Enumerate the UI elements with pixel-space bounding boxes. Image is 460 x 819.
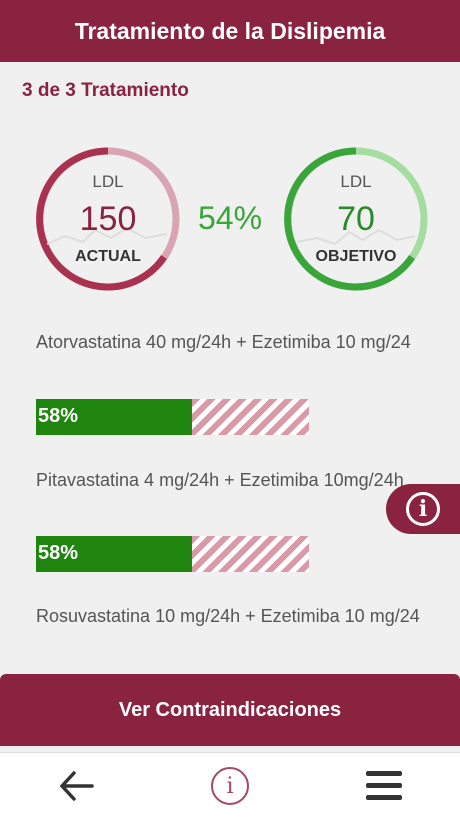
ldl-objetivo-value: 70 xyxy=(337,200,375,238)
ldl-reduction-percent: 54% xyxy=(197,200,263,236)
app-header: Tratamiento de la Dislipemia xyxy=(0,0,460,62)
ldl-objetivo-gauge: LDL 70 OBJETIVO xyxy=(283,146,429,292)
info-icon[interactable]: i xyxy=(211,767,249,805)
treatment-progress-bar-1: 58% xyxy=(36,399,309,435)
treatment-name-1: Atorvastatina 40 mg/24h + Ezetimiba 10 m… xyxy=(36,332,411,352)
ldl-objetivo-label: LDL xyxy=(340,172,372,191)
info-icon: i xyxy=(406,492,440,526)
page-title: Tratamiento de la Dislipemia xyxy=(74,17,386,44)
bottom-navigation: i xyxy=(0,752,460,819)
treatment-percent-1: 58% xyxy=(38,405,79,427)
ldl-objetivo-caption: OBJETIVO xyxy=(315,248,397,265)
treatment-name-3: Rosuvastatina 10 mg/24h + Ezetimiba 10 m… xyxy=(36,606,420,626)
ldl-actual-caption: ACTUAL xyxy=(75,248,141,265)
menu-icon-line xyxy=(366,795,402,800)
ver-contraindicaciones-button[interactable]: Ver Contraindicaciones xyxy=(0,674,460,746)
menu-icon-line xyxy=(366,783,402,788)
info-side-button[interactable]: i xyxy=(386,484,460,534)
back-button[interactable] xyxy=(58,769,94,803)
menu-icon-line xyxy=(366,771,402,776)
treatment-percent-2: 58% xyxy=(38,542,79,564)
menu-icon[interactable] xyxy=(366,771,402,801)
ldl-actual-value: 150 xyxy=(79,200,137,238)
step-indicator: 3 de 3 Tratamiento xyxy=(22,80,189,101)
treatment-name-2: Pitavastatina 4 mg/24h + Ezetimiba 10mg/… xyxy=(36,470,404,490)
treatment-progress-bar-2: 58% xyxy=(36,536,309,572)
ldl-actual-label: LDL xyxy=(92,172,124,191)
arrow-left-icon xyxy=(60,771,94,801)
main-content[interactable]: 3 de 3 Tratamiento LDL 150 ACTUAL 54% LD… xyxy=(0,62,460,752)
ldl-actual-gauge: LDL 150 ACTUAL xyxy=(35,146,181,292)
